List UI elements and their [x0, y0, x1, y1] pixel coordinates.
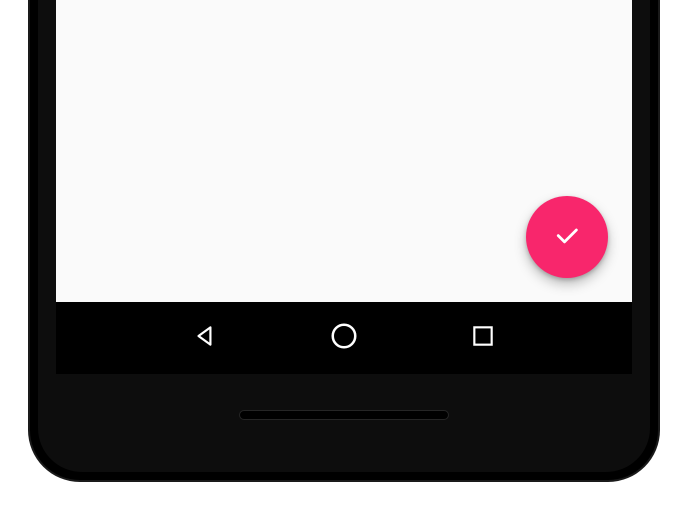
phone-frame-inner — [38, 0, 650, 472]
android-nav-bar — [56, 302, 632, 374]
back-triangle-icon — [192, 323, 218, 354]
phone-frame — [30, 0, 658, 480]
app-content-area — [56, 0, 632, 302]
nav-home-button[interactable] — [314, 308, 374, 368]
phone-speaker-slot — [239, 410, 449, 420]
check-icon — [552, 220, 582, 255]
nav-back-button[interactable] — [175, 308, 235, 368]
fab-confirm-button[interactable] — [526, 196, 608, 278]
nav-recent-button[interactable] — [453, 308, 513, 368]
home-circle-icon — [329, 321, 359, 356]
phone-screen — [56, 0, 632, 374]
recent-square-icon — [470, 323, 496, 354]
